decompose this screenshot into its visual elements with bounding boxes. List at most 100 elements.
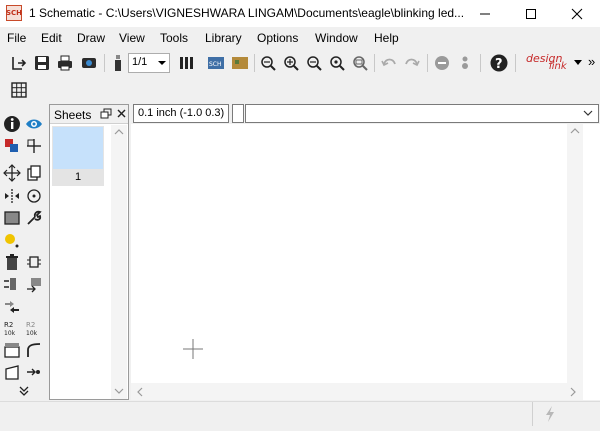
zoom-fit-icon	[261, 56, 276, 71]
board-layers-button[interactable]	[177, 53, 197, 73]
zoom-in-button[interactable]	[281, 53, 301, 73]
mirror-tool[interactable]	[2, 186, 22, 206]
trash-icon	[6, 254, 18, 270]
value-tool[interactable]: R2 10k	[24, 318, 44, 338]
toolbar-separator	[427, 54, 428, 72]
menu-view[interactable]: View	[119, 31, 145, 45]
toolbar-overflow-icon[interactable]: »	[588, 54, 595, 69]
coordinate-text: 0.1 inch (-1.0 0.3)	[138, 107, 225, 119]
stop-icon	[435, 56, 449, 70]
split-icon	[4, 343, 20, 358]
status-lightning-button[interactable]	[532, 402, 566, 426]
dropdown-arrow-icon	[158, 61, 166, 65]
toolbar-separator	[254, 54, 255, 72]
switch-to-schematic-button[interactable]: SCH	[206, 53, 226, 73]
pinswap-tool[interactable]	[2, 274, 22, 294]
miter-tool[interactable]	[24, 340, 44, 360]
close-window-button[interactable]	[554, 0, 600, 27]
minimize-icon	[480, 13, 490, 14]
zoom-out-icon	[307, 56, 322, 71]
display-layers-tool[interactable]	[2, 136, 22, 156]
menu-window[interactable]: Window	[315, 31, 358, 45]
mark-tool[interactable]	[24, 136, 44, 156]
mark-cross-icon	[27, 139, 41, 153]
delete-tool[interactable]	[2, 252, 22, 272]
show-tool[interactable]	[24, 114, 44, 134]
sheets-panel-header: Sheets	[50, 105, 128, 124]
menu-edit[interactable]: Edit	[41, 31, 62, 45]
replace-tool[interactable]	[24, 274, 44, 294]
zoom-redraw-icon	[330, 56, 345, 71]
command-line-input[interactable]	[245, 104, 599, 123]
grid-icon	[11, 82, 27, 98]
canvas-vertical-scrollbar[interactable]	[567, 124, 583, 400]
double-chevron-down-icon	[19, 386, 29, 396]
help-button[interactable]: ?	[489, 53, 509, 73]
group-tool[interactable]	[2, 208, 22, 228]
close-panel-icon[interactable]	[116, 108, 127, 119]
zoom-select-button[interactable]	[350, 53, 370, 73]
rotate-tool[interactable]	[24, 186, 44, 206]
zoom-out-button[interactable]	[304, 53, 324, 73]
toolbar-separator	[104, 54, 105, 72]
change-tool[interactable]	[24, 208, 44, 228]
split-tool[interactable]	[2, 340, 22, 360]
close-icon	[571, 8, 583, 19]
sheets-scrollbar[interactable]	[111, 125, 127, 399]
sheet-thumbnail[interactable]: 1	[52, 126, 104, 186]
traffic-light-icon	[462, 56, 468, 69]
eagle-schematic-window: SCH 1 Schematic - C:\Users\VIGNESHWARA L…	[0, 0, 600, 431]
minimize-button[interactable]	[462, 0, 508, 27]
menu-tools[interactable]: Tools	[160, 31, 188, 45]
help-question-icon: ?	[490, 54, 508, 72]
optimize-tool[interactable]	[24, 362, 44, 382]
switch-to-board-button[interactable]	[230, 53, 250, 73]
name-tool[interactable]: R2 10k	[2, 318, 22, 338]
paste-tool[interactable]	[2, 230, 22, 250]
schematic-canvas[interactable]	[131, 124, 600, 400]
move-tool[interactable]	[2, 163, 22, 183]
designlink-button[interactable]: design link	[523, 52, 575, 74]
add-part-icon	[27, 256, 41, 268]
grid-button[interactable]	[9, 80, 29, 100]
undo-icon	[381, 58, 396, 67]
copy-tool[interactable]	[24, 163, 44, 183]
gateswap-tool[interactable]	[2, 296, 22, 316]
cam-processor-button[interactable]	[79, 53, 99, 73]
maximize-button[interactable]	[508, 0, 554, 27]
sheet-number: 1	[74, 171, 82, 183]
sheets-panel-title: Sheets	[54, 108, 92, 122]
mirror-icon	[5, 189, 19, 203]
name-icon: R210k	[4, 321, 16, 337]
menu-library[interactable]: Library	[205, 31, 242, 45]
stop-button[interactable]	[432, 53, 452, 73]
undo-button[interactable]	[379, 53, 399, 73]
info-tool[interactable]	[2, 114, 22, 134]
main-toolbar: 1/1 SCH ?	[0, 49, 600, 77]
print-button[interactable]	[55, 53, 75, 73]
pinswap-icon	[4, 278, 16, 290]
slice-tool[interactable]	[2, 362, 22, 382]
menu-draw[interactable]: Draw	[77, 31, 105, 45]
rotate-icon	[27, 189, 41, 203]
schematic-switch-icon: SCH	[208, 57, 224, 69]
go-button[interactable]	[455, 53, 475, 73]
canvas-horizontal-scrollbar[interactable]	[131, 383, 583, 400]
sheet-select[interactable]: 1/1	[128, 53, 170, 73]
menu-file[interactable]: File	[7, 31, 26, 45]
redo-button[interactable]	[402, 53, 422, 73]
add-tool[interactable]	[24, 252, 44, 272]
designlink-dropdown-icon[interactable]	[574, 60, 582, 65]
eye-icon	[26, 119, 42, 129]
palette-expand-button[interactable]	[14, 384, 34, 398]
zoom-fit-button[interactable]	[258, 53, 278, 73]
float-panel-icon[interactable]	[100, 108, 112, 120]
open-button[interactable]	[9, 53, 29, 73]
menu-bar: File Edit Draw View Tools Library Option…	[0, 28, 600, 48]
toolbar-separator	[374, 54, 375, 72]
menu-help[interactable]: Help	[374, 31, 399, 45]
save-button[interactable]	[32, 53, 52, 73]
sheet-icon-button[interactable]	[108, 53, 128, 73]
menu-options[interactable]: Options	[257, 31, 298, 45]
zoom-redraw-button[interactable]	[327, 53, 347, 73]
